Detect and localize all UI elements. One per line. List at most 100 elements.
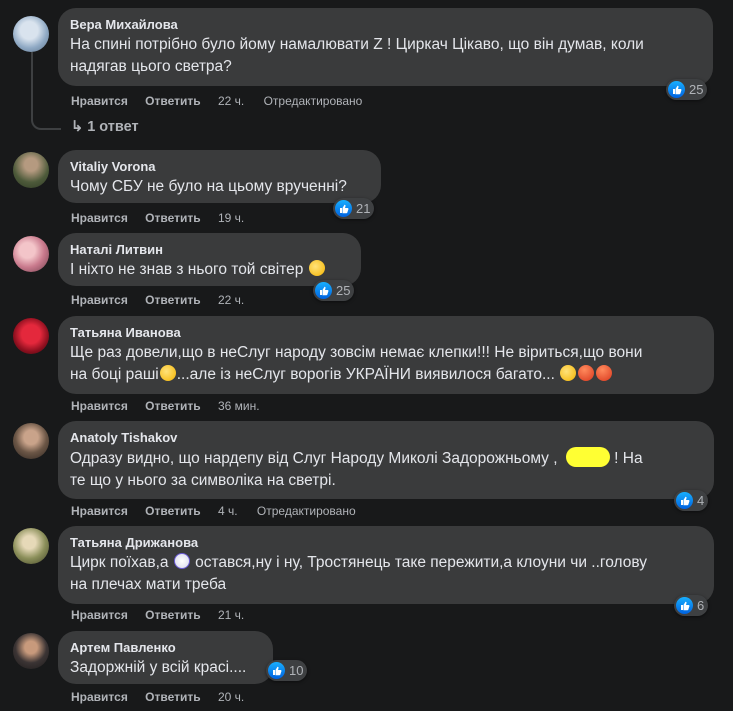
comment-text-line: На спині потрібно було йому намалювати Z… [70, 36, 644, 53]
comment-text-line: на плечах мати треба [70, 576, 227, 593]
reaction-count[interactable]: 4 [674, 490, 709, 511]
comment-actions: Нравится Ответить 36 мин. [71, 399, 276, 413]
reaction-number: 25 [689, 82, 704, 97]
disappointed-emoji-icon [560, 365, 577, 381]
comment-author[interactable]: Anatoly Tishakov [70, 429, 702, 446]
comment-time[interactable]: 36 мин. [218, 399, 260, 413]
comment-text-line: надягав цього светра? [70, 58, 232, 75]
comment-author[interactable]: Татьяна Иванова [70, 324, 702, 341]
replies-count: 1 ответ [87, 119, 139, 135]
like-button[interactable]: Нравится [71, 504, 128, 518]
reply-button[interactable]: Ответить [145, 608, 200, 622]
reaction-number: 21 [356, 201, 371, 216]
avatar[interactable] [13, 633, 49, 669]
comment-actions: Нравится Ответить 22 ч. [71, 293, 260, 307]
like-icon [315, 282, 332, 299]
reaction-count[interactable]: 10 [266, 660, 308, 681]
comment-text-line: на боці раші ...але із неСлуг ворогів УКР… [70, 364, 702, 386]
reply-button[interactable]: Ответить [145, 94, 200, 108]
comment-actions: Нравится Ответить 21 ч. [71, 608, 260, 622]
like-icon [676, 597, 693, 614]
comment-text: І ніхто не знав з нього той світер [70, 259, 349, 281]
reaction-number: 6 [697, 598, 705, 613]
comment-time[interactable]: 19 ч. [218, 211, 244, 225]
avatar[interactable] [13, 528, 49, 564]
avatar[interactable] [13, 423, 49, 459]
reply-button[interactable]: Ответить [145, 293, 200, 307]
comment-author[interactable]: Артем Павленко [70, 639, 261, 656]
comment-text: Ще раз довели,що в неСлуг народу зовсім … [70, 342, 702, 386]
reaction-count[interactable]: 21 [333, 198, 375, 219]
reply-button[interactable]: Ответить [145, 211, 200, 225]
comment-text-segment: ! На [614, 450, 643, 467]
comment-author[interactable]: Наталі Литвин [70, 241, 349, 258]
comment-text-segment: Одразу видно, що нардепу від Слуг Народу… [70, 450, 558, 467]
avatar[interactable] [13, 236, 49, 272]
comment-actions: Нравится Ответить 19 ч. [71, 211, 260, 225]
angry-emoji-icon [596, 365, 613, 381]
angry-emoji-icon [578, 365, 595, 381]
edited-label: Отредактировано [263, 94, 363, 108]
avatar[interactable] [13, 16, 49, 52]
thinking-emoji-icon [308, 260, 325, 276]
comment-text: На спині потрібно було йому намалювати Z… [70, 34, 701, 78]
comment-bubble: Наталі Литвин І ніхто не знав з нього то… [58, 233, 361, 286]
comment-bubble: Vitaliy Vorona Чому СБУ не було на цьому… [58, 150, 381, 203]
like-button[interactable]: Нравится [71, 690, 128, 704]
comment-bubble: Вера Михайлова На спині потрібно було йо… [58, 8, 713, 86]
comment-text: Чому СБУ не було на цьому врученні? [70, 178, 347, 195]
reply-button[interactable]: Ответить [145, 690, 200, 704]
comment-time[interactable]: 22 ч. [218, 94, 244, 108]
comment-bubble: Anatoly Tishakov Одразу видно, що нардеп… [58, 421, 714, 499]
like-button[interactable]: Нравится [71, 608, 128, 622]
comment-time[interactable]: 4 ч. [218, 504, 238, 518]
comment-text-line: Ще раз довели,що в неСлуг народу зовсім … [70, 344, 643, 361]
view-replies-link[interactable]: ↳ 1 ответ [71, 119, 139, 135]
comment-text: Цирк поїхав,а остався,ну і ну, Тростянец… [70, 552, 702, 596]
comment-bubble: Татьяна Иванова Ще раз довели,що в неСлу… [58, 316, 714, 394]
comment-text-segment: Цирк поїхав,а [70, 554, 169, 571]
comment-author[interactable]: Вера Михайлова [70, 16, 701, 33]
like-button[interactable]: Нравится [71, 399, 128, 413]
reaction-number: 4 [697, 493, 705, 508]
thinking-emoji-icon [159, 365, 176, 381]
comment-author[interactable]: Татьяна Дрижанова [70, 534, 702, 551]
comment-author[interactable]: Vitaliy Vorona [70, 158, 369, 175]
comment-time[interactable]: 22 ч. [218, 293, 244, 307]
like-icon [676, 492, 693, 509]
highlight-scribble [565, 447, 610, 467]
like-button[interactable]: Нравится [71, 293, 128, 307]
edited-label: Отредактировано [256, 504, 356, 518]
reaction-count[interactable]: 6 [674, 595, 709, 616]
comment-text-line: І ніхто не знав з нього той світер [70, 261, 304, 278]
reaction-count[interactable]: 25 [313, 280, 355, 301]
comment-text-segment: остався,ну і ну, Тростянець таке пережит… [195, 554, 647, 571]
comment-text-line: Цирк поїхав,а остався,ну і ну, Тростянец… [70, 552, 702, 574]
reply-arrow-icon: ↳ [71, 119, 84, 135]
comment-actions: Нравится Ответить 20 ч. [71, 690, 260, 704]
comment-actions: Нравится Ответить 22 ч. Отредактировано [71, 94, 362, 108]
comment-text-line: те що у нього за символіка на светрі. [70, 472, 336, 489]
like-button[interactable]: Нравится [71, 94, 128, 108]
comment-text: Задоржній у всій красі.... [70, 659, 247, 676]
reaction-count[interactable]: 25 [666, 79, 708, 100]
reply-button[interactable]: Ответить [145, 399, 200, 413]
comment-actions: Нравится Ответить 4 ч. Отредактировано [71, 504, 356, 518]
comment-text-line: Одразу видно, що нардепу від Слуг Народу… [70, 447, 702, 470]
reply-button[interactable]: Ответить [145, 504, 200, 518]
reply-thread-line [31, 52, 61, 130]
reaction-number: 25 [336, 283, 351, 298]
comment-bubble: Артем Павленко Задоржній у всій красі...… [58, 631, 273, 684]
comment-time[interactable]: 20 ч. [218, 690, 244, 704]
like-icon [268, 662, 285, 679]
reaction-number: 10 [289, 663, 304, 678]
like-icon [335, 200, 352, 217]
avatar[interactable] [13, 152, 49, 188]
comment-time[interactable]: 21 ч. [218, 608, 244, 622]
like-button[interactable]: Нравится [71, 211, 128, 225]
comment-bubble: Татьяна Дрижанова Цирк поїхав,а остався,… [58, 526, 714, 604]
avatar[interactable] [13, 318, 49, 354]
comment-text-segment: на боці раші [70, 366, 159, 383]
comment-text: Одразу видно, що нардепу від Слуг Народу… [70, 447, 702, 492]
clown-emoji-icon [173, 553, 190, 569]
